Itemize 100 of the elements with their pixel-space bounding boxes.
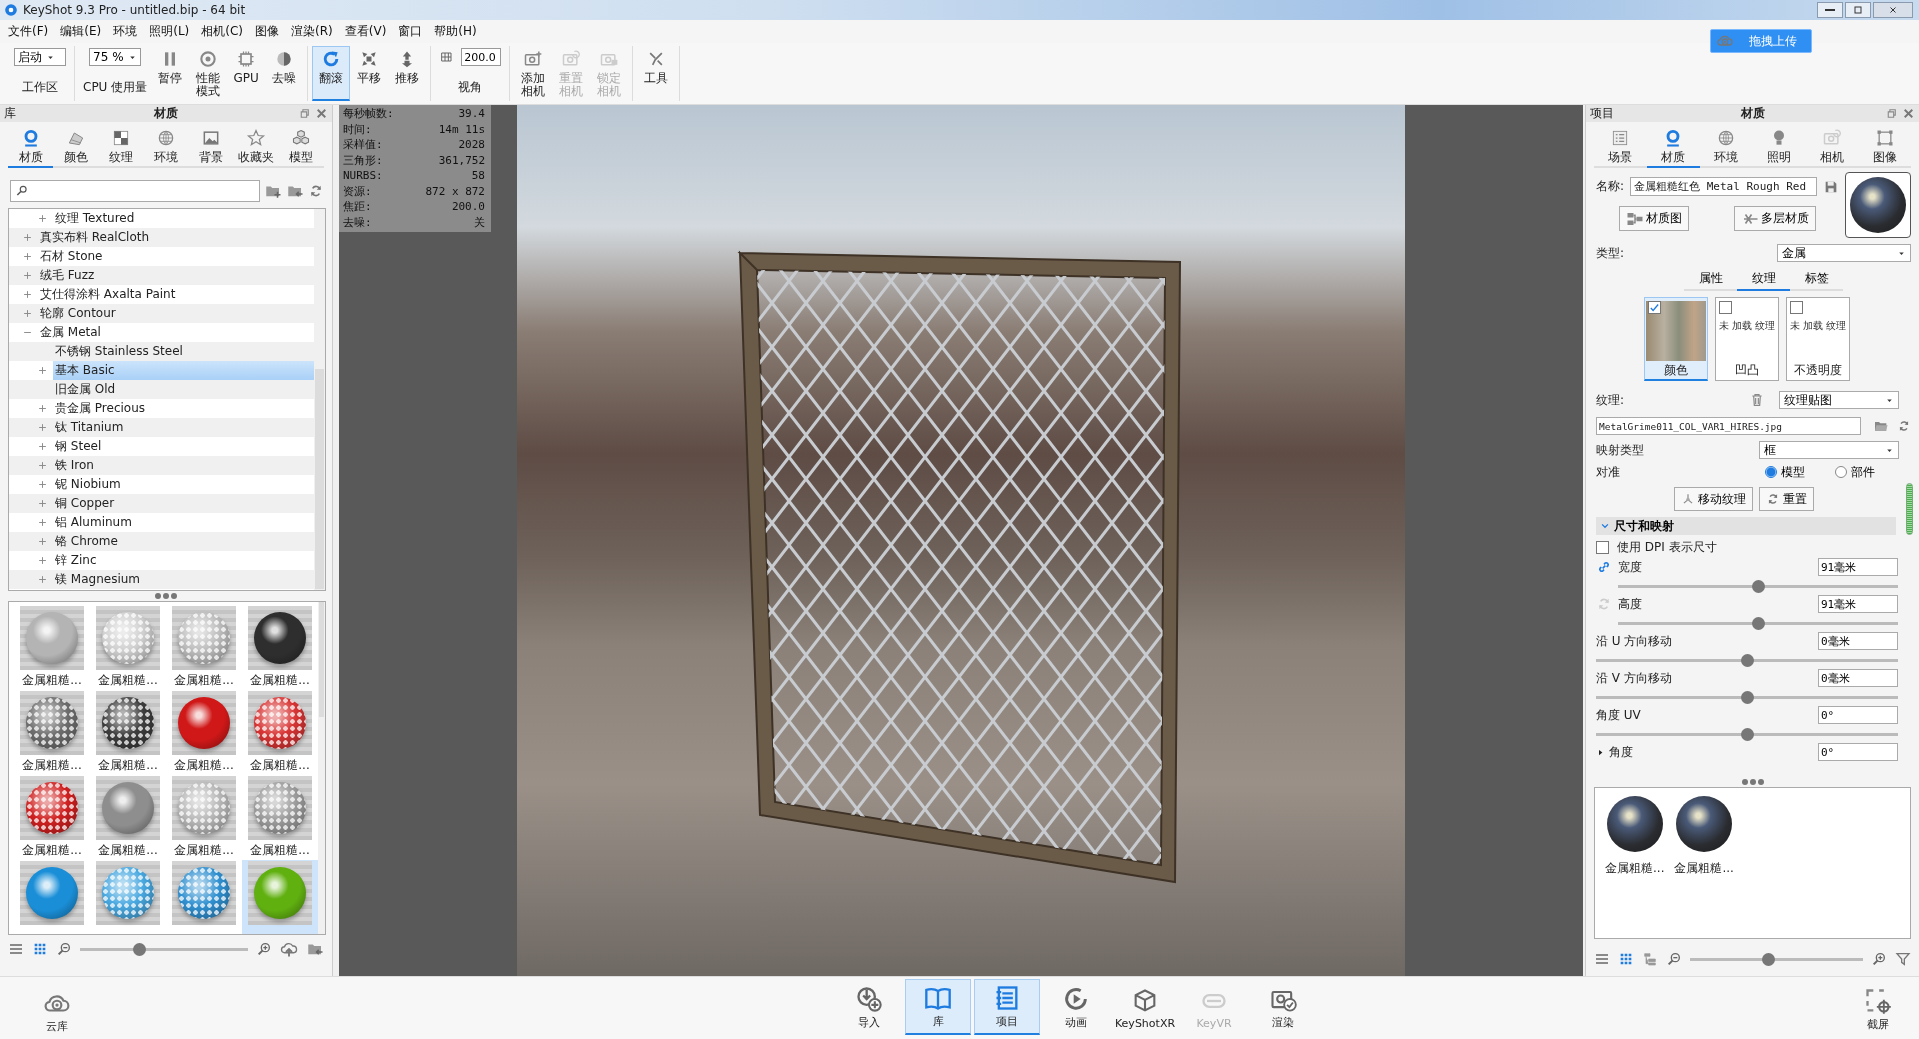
material-thumbnail[interactable]	[242, 860, 318, 934]
radio-button[interactable]: 部件	[1835, 463, 1875, 481]
search-field[interactable]	[10, 180, 260, 202]
plus-icon[interactable]	[38, 537, 47, 546]
filter-icon[interactable]	[1895, 951, 1911, 967]
close-button[interactable]	[1873, 2, 1913, 18]
menu-item[interactable]: 帮助(H)	[428, 21, 483, 42]
toolbar-button[interactable]: 推移	[388, 46, 427, 101]
material-item[interactable]: 金属粗糙...	[1674, 796, 1734, 930]
menu-item[interactable]: 环境	[107, 21, 144, 42]
texture-dropdown[interactable]: 纹理贴图	[1779, 391, 1899, 409]
panel-tab[interactable]: 图像	[1858, 126, 1911, 168]
tree-item[interactable]: 铬 Chrome	[53, 532, 314, 551]
scrollbar[interactable]	[314, 209, 325, 590]
texture-slot[interactable]: 未 加载 纹理 不透明度	[1786, 297, 1850, 381]
list-view-icon[interactable]	[1594, 951, 1610, 967]
toolbar-button[interactable]: 添加 相机	[514, 46, 553, 101]
sub-tab[interactable]: 标签	[1790, 268, 1843, 291]
slider-thumb[interactable]	[1752, 580, 1765, 593]
tree-item[interactable]: 基本 Basic	[53, 361, 314, 380]
action-button[interactable]: 移动纹理	[1674, 487, 1753, 511]
plus-icon[interactable]	[23, 252, 32, 261]
fov-field[interactable]: 200.0	[461, 48, 502, 66]
tree-item[interactable]: 真实布料 RealCloth	[38, 228, 314, 247]
menu-item[interactable]: 照明(L)	[143, 21, 196, 42]
plus-icon[interactable]	[38, 499, 47, 508]
tree-item[interactable]: 钛 Titanium	[53, 418, 314, 437]
toolbar-button[interactable]: 性能 模式	[189, 46, 228, 101]
panel-tab[interactable]: 材质	[1646, 126, 1700, 168]
slider-thumb[interactable]	[1741, 728, 1754, 741]
plus-icon[interactable]	[23, 233, 32, 242]
slider-thumb[interactable]	[132, 942, 146, 956]
tree-item[interactable]: 金属 Metal	[38, 323, 314, 342]
tree-item[interactable]: 不锈钢 Stainless Steel	[53, 342, 314, 361]
minimize-button[interactable]	[1817, 2, 1843, 18]
panel-tab[interactable]: 纹理	[98, 126, 144, 168]
plus-icon[interactable]	[38, 461, 47, 470]
dropdown[interactable]: 75 %	[89, 48, 142, 66]
slider-thumb[interactable]	[1741, 691, 1754, 704]
material-item[interactable]: 金属粗糙...	[1605, 796, 1665, 930]
panel-tab[interactable]: 环境	[143, 126, 189, 168]
triangle-right-icon[interactable]	[1596, 747, 1605, 757]
panel-tab[interactable]: 场景	[1594, 126, 1647, 168]
menu-item[interactable]: 文件(F)	[2, 21, 55, 42]
menu-item[interactable]: 相机(C)	[195, 21, 250, 42]
tree-item[interactable]: 石材 Stone	[38, 247, 314, 266]
close-icon[interactable]	[1902, 107, 1915, 120]
dock-button[interactable]: 导入	[836, 979, 902, 1035]
toolbar-button[interactable]: 工具	[637, 46, 676, 101]
plus-icon[interactable]	[38, 575, 47, 584]
menu-item[interactable]: 编辑(E)	[54, 21, 108, 42]
tree-item[interactable]: 轮廓 Contour	[38, 304, 314, 323]
value-field[interactable]: 0毫米	[1818, 669, 1898, 687]
checkbox[interactable]	[1596, 540, 1609, 554]
zoom-in-icon[interactable]	[1871, 951, 1887, 967]
menu-item[interactable]: 渲染(R)	[285, 21, 339, 42]
graph-button[interactable]: 多层材质	[1734, 206, 1817, 231]
list-view-icon[interactable]	[8, 941, 24, 957]
close-icon[interactable]	[315, 107, 328, 120]
slider-thumb[interactable]	[1752, 617, 1765, 630]
trash-icon[interactable]	[1749, 392, 1765, 408]
dropdown[interactable]: 启动	[14, 48, 66, 66]
toolbar-button[interactable]: GPU	[227, 46, 266, 101]
cloud-upload-icon[interactable]	[280, 940, 298, 958]
panel-tab[interactable]: 收藏夹	[233, 126, 279, 168]
slider-thumb[interactable]	[1761, 952, 1775, 966]
scrollbar[interactable]	[1906, 483, 1913, 535]
dock-button[interactable]: KeyShotXR	[1112, 979, 1178, 1035]
toolbar-button[interactable]: 去噪	[265, 46, 304, 101]
action-button[interactable]: 重置	[1759, 487, 1814, 511]
zoom-in-icon[interactable]	[256, 941, 272, 957]
slider-thumb[interactable]	[1741, 654, 1754, 667]
tree-item[interactable]: 旧金属 Old	[53, 380, 314, 399]
texture-slot[interactable]: 颜色	[1644, 297, 1708, 381]
tree-item[interactable]: 钢 Steel	[53, 437, 314, 456]
plus-icon[interactable]	[38, 423, 47, 432]
plus-icon[interactable]	[38, 366, 47, 375]
checkbox[interactable]	[1648, 301, 1661, 314]
menu-item[interactable]: 查看(V)	[338, 21, 393, 42]
tree-item[interactable]: 绒毛 Fuzz	[38, 266, 314, 285]
mapping-dropdown[interactable]: 框	[1759, 441, 1899, 459]
value-field[interactable]: 0毫米	[1818, 632, 1898, 650]
tree-item[interactable]: 铁 Iron	[53, 456, 314, 475]
checkbox[interactable]	[1790, 301, 1803, 314]
tree-item[interactable]: 艾仕得涂料 Axalta Paint	[38, 285, 314, 304]
panel-tab[interactable]: 颜色	[53, 126, 99, 168]
grid-view-icon[interactable]	[1618, 951, 1634, 967]
more-dots-icon[interactable]	[1741, 779, 1764, 785]
panel-tab[interactable]: 相机	[1805, 126, 1859, 168]
panel-tab[interactable]: 模型	[278, 126, 324, 168]
plus-icon[interactable]	[38, 214, 47, 223]
more-dots-icon[interactable]	[155, 593, 177, 599]
plus-icon[interactable]	[38, 518, 47, 527]
tree-item[interactable]: 铝 Aluminum	[53, 513, 314, 532]
zoom-out-icon[interactable]	[56, 941, 72, 957]
graph-button[interactable]: 材质图	[1618, 206, 1689, 231]
type-dropdown[interactable]: 金属	[1777, 244, 1911, 262]
panel-tab[interactable]: 照明	[1752, 126, 1806, 168]
panel-tab[interactable]: 材质	[8, 126, 54, 168]
sub-tab[interactable]: 属性	[1684, 268, 1737, 291]
